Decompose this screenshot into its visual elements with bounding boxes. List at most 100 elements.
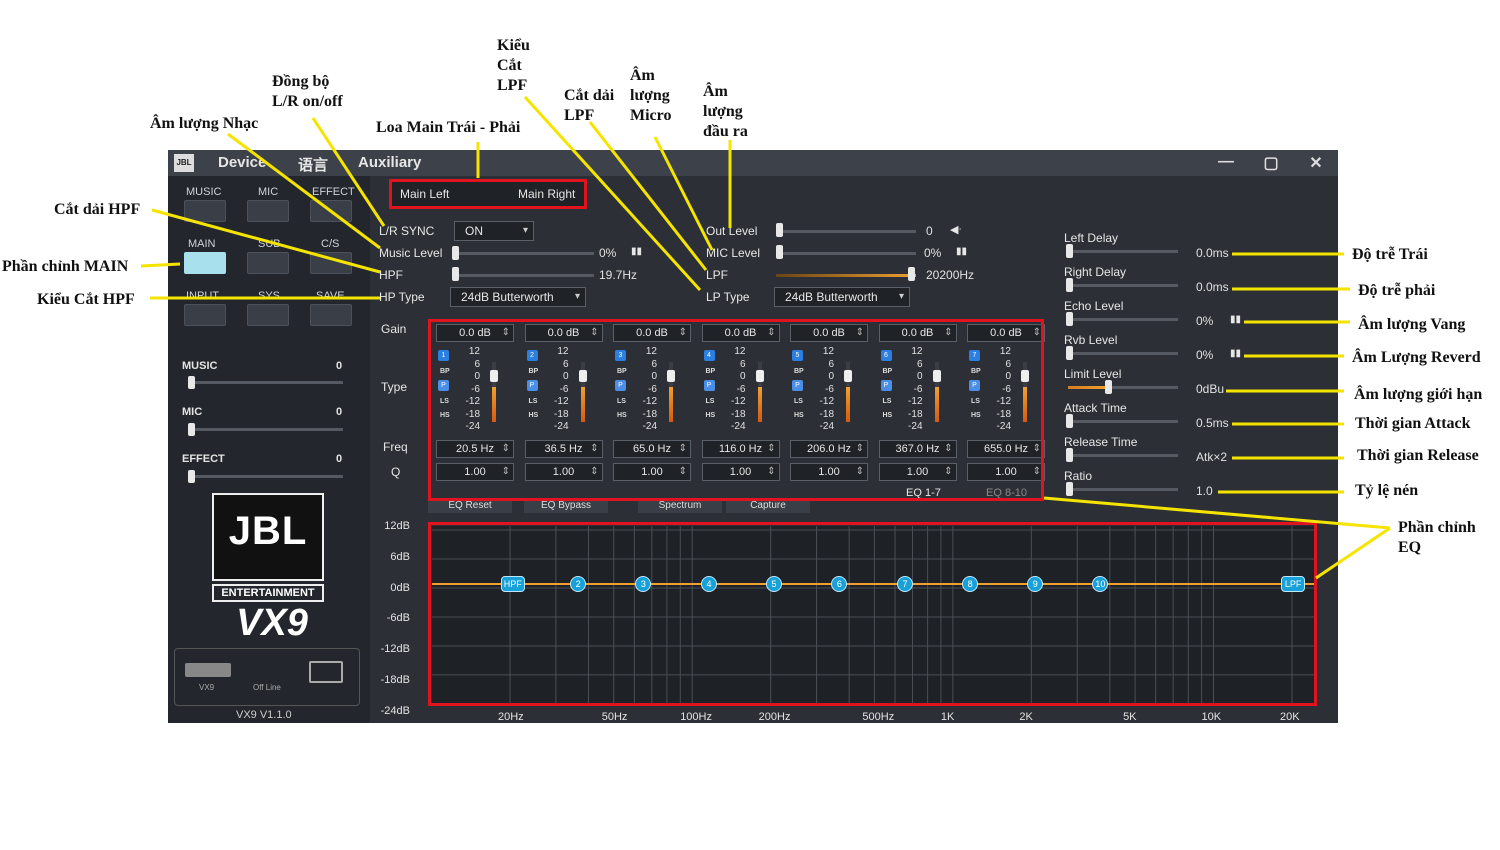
mic-slider-track[interactable] xyxy=(188,428,343,431)
delay-dynamics-panel: Left Delay 0.0ms Right Delay 0.0ms Echo Leve… xyxy=(1058,226,1338,516)
out-level-value: 0 xyxy=(926,224,933,238)
eq-bypass-button[interactable]: EQ Bypass xyxy=(524,499,608,513)
annotation-am-luong-vang: Âm lượng Vang xyxy=(1358,316,1466,333)
dyn-value: 0% xyxy=(1196,314,1214,328)
category-button-save[interactable] xyxy=(310,304,352,326)
version-label: VX9 V1.1.0 xyxy=(236,709,292,721)
dyn-slider-thumb[interactable] xyxy=(1066,244,1073,258)
dyn-slider-thumb[interactable] xyxy=(1066,448,1073,462)
mic-level-track[interactable] xyxy=(776,252,916,255)
menu-auxiliary[interactable]: Auxiliary xyxy=(358,154,421,171)
mic-level-thumb[interactable] xyxy=(776,245,783,259)
lr-sync-label: L/R SYNC xyxy=(379,224,435,238)
effect-slider-track[interactable] xyxy=(188,475,343,478)
music-slider-track[interactable] xyxy=(188,381,343,384)
dyn-label: Limit Level xyxy=(1064,367,1122,381)
eq-reset-button[interactable]: EQ Reset xyxy=(428,499,512,513)
out-level-track[interactable] xyxy=(776,230,916,233)
mic-level-value: 0% xyxy=(924,246,942,260)
category-button-sub[interactable] xyxy=(247,252,289,274)
minimize-button[interactable]: — xyxy=(1214,153,1238,171)
eq-freq-label: Freq xyxy=(383,440,408,454)
dyn-value: 0.5ms xyxy=(1196,416,1229,430)
dyn-slider-thumb[interactable] xyxy=(1066,278,1073,292)
graph-y-label: -18dB xyxy=(380,674,410,686)
lpf-label: LPF xyxy=(706,268,729,282)
menu-device[interactable]: Device xyxy=(218,154,266,171)
graph-x-label: 500Hz xyxy=(862,711,895,723)
music-slider-thumb[interactable] xyxy=(188,376,195,389)
out-level-thumb[interactable] xyxy=(776,223,783,237)
hpf-track[interactable] xyxy=(454,274,594,277)
dyn-slider-track[interactable] xyxy=(1068,386,1178,389)
graph-x-label: 20Hz xyxy=(498,711,524,723)
mic-slider-value: 0 xyxy=(336,406,343,418)
brand-subtitle: ENTERTAINMENT xyxy=(212,584,324,602)
lpf-thumb[interactable] xyxy=(908,267,915,281)
music-level-track[interactable] xyxy=(454,252,594,255)
dyn-slider-track[interactable] xyxy=(1068,488,1178,491)
hpf-thumb[interactable] xyxy=(452,267,459,281)
mute-icon[interactable]: ▮▮ xyxy=(631,246,642,257)
graph-x-label: 100Hz xyxy=(680,711,712,723)
mic-slider-thumb[interactable] xyxy=(188,423,195,436)
brand-name: JBL xyxy=(228,509,308,553)
brand-logo: JBL xyxy=(212,493,324,581)
maximize-button[interactable]: ▢ xyxy=(1259,153,1283,173)
mute-icon[interactable]: ▮▮ xyxy=(1230,348,1241,359)
lp-type-select[interactable]: 24dB Butterworth xyxy=(774,287,910,307)
hp-type-select[interactable]: 24dB Butterworth xyxy=(450,287,586,307)
graph-x-label: 10K xyxy=(1201,711,1222,723)
lpf-value: 20200Hz xyxy=(926,268,975,282)
dyn-slider-track[interactable] xyxy=(1068,420,1178,423)
music-level-thumb[interactable] xyxy=(452,246,459,260)
lpf-track[interactable] xyxy=(776,274,916,277)
lr-sync-select[interactable]: ON xyxy=(454,221,534,241)
graph-x-label: 5K xyxy=(1123,711,1137,723)
dyn-slider-thumb[interactable] xyxy=(1066,346,1073,360)
category-label-sys: SYS xyxy=(258,290,281,302)
close-button[interactable]: ✕ xyxy=(1304,153,1328,173)
category-label-main: MAIN xyxy=(188,238,216,250)
dyn-value: 0.0ms xyxy=(1196,246,1229,260)
dyn-label: Rvb Level xyxy=(1064,333,1118,347)
highlight-eq-graph xyxy=(428,522,1317,706)
menu-language[interactable]: 语言 xyxy=(298,154,328,175)
category-button-effect[interactable] xyxy=(310,200,352,222)
dyn-slider-thumb[interactable] xyxy=(1066,482,1073,496)
spectrum-button[interactable]: Spectrum xyxy=(638,499,722,513)
dyn-label: Ratio xyxy=(1064,469,1093,483)
category-button-sys[interactable] xyxy=(247,304,289,326)
dyn-slider-track[interactable] xyxy=(1068,318,1178,321)
annotation-phan-chinh-main: Phần chỉnh MAIN xyxy=(2,258,129,275)
category-button-cs[interactable] xyxy=(310,252,352,274)
effect-slider-thumb[interactable] xyxy=(188,470,195,483)
device-model-label: VX9 xyxy=(199,683,215,692)
mic-mute-icon[interactable]: ▮▮ xyxy=(956,246,967,257)
graph-x-label: 2K xyxy=(1019,711,1033,723)
dyn-slider-thumb[interactable] xyxy=(1104,380,1112,394)
hpf-value: 19.7Hz xyxy=(599,268,638,282)
category-label-input: INPUT xyxy=(186,290,219,302)
mute-icon[interactable]: ▮▮ xyxy=(1230,314,1241,325)
eq-gain-label: Gain xyxy=(381,322,407,336)
category-button-mic[interactable] xyxy=(247,200,289,222)
capture-button[interactable]: Capture xyxy=(726,499,810,513)
category-button-input[interactable] xyxy=(184,304,226,326)
dyn-slider-track[interactable] xyxy=(1068,284,1178,287)
dyn-row-7: Release Time Atk×2 xyxy=(1058,430,1338,464)
category-button-music[interactable] xyxy=(184,200,226,222)
speaker-icon[interactable]: ◀ᐧ xyxy=(950,223,961,236)
music-slider-value: 0 xyxy=(336,360,343,372)
dyn-slider-thumb[interactable] xyxy=(1066,312,1073,326)
dyn-slider-thumb[interactable] xyxy=(1066,414,1073,428)
category-button-main[interactable] xyxy=(184,252,226,274)
graph-x-label: 200Hz xyxy=(758,711,791,723)
music-level-value: 0% xyxy=(599,246,617,260)
dyn-slider-track[interactable] xyxy=(1068,250,1178,253)
dyn-slider-track[interactable] xyxy=(1068,454,1178,457)
annotation-thoi-gian-release: Thời gian Release xyxy=(1357,447,1479,464)
annotation-am-luong-nhac: Âm lượng Nhạc xyxy=(150,115,259,132)
dyn-slider-track[interactable] xyxy=(1068,352,1178,355)
annotation-am-luong-gioi-han: Âm lượng giới hạn xyxy=(1354,386,1483,403)
